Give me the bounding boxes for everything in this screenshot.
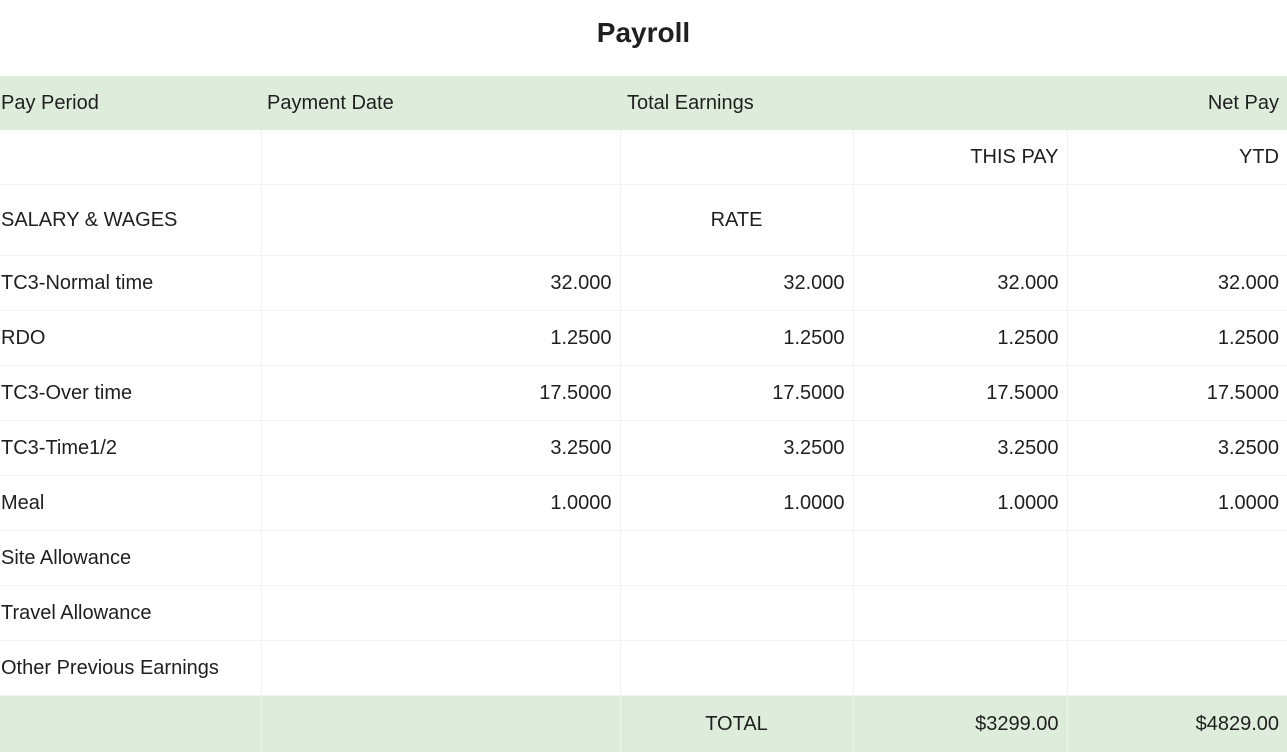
table-cell — [620, 130, 853, 185]
table-cell — [0, 130, 261, 185]
row-label: Site Allowance — [0, 531, 261, 586]
page-title: Payroll — [0, 0, 1287, 70]
row-label: TC3-Over time — [0, 366, 261, 421]
row-value — [620, 531, 853, 586]
row-value: 1.0000 — [620, 476, 853, 531]
row-value: 3.2500 — [261, 421, 620, 476]
row-value: 32.000 — [1067, 256, 1287, 311]
table-cell — [853, 185, 1067, 256]
row-value: 1.0000 — [261, 476, 620, 531]
table-row: TC3-Over time 17.5000 17.5000 17.5000 17… — [0, 366, 1287, 421]
row-value — [1067, 641, 1287, 696]
row-value: 3.2500 — [620, 421, 853, 476]
row-value: 3.2500 — [853, 421, 1067, 476]
row-value — [261, 641, 620, 696]
total-row: TOTAL $3299.00 $4829.00 — [0, 696, 1287, 752]
row-value — [1067, 531, 1287, 586]
row-value: 17.5000 — [853, 366, 1067, 421]
table-cell — [0, 696, 261, 752]
row-label: TC3-Normal time — [0, 256, 261, 311]
section-label: SALARY & WAGES — [0, 185, 261, 256]
row-value: 1.2500 — [261, 311, 620, 366]
table-header-row: Pay Period Payment Date Total Earnings N… — [0, 76, 1287, 130]
total-this-pay: $3299.00 — [853, 696, 1067, 752]
row-value — [620, 641, 853, 696]
table-subheader-row: THIS PAY YTD — [0, 130, 1287, 185]
table-cell — [1067, 185, 1287, 256]
header-pay-period: Pay Period — [0, 76, 261, 130]
row-label: Travel Allowance — [0, 586, 261, 641]
table-cell — [261, 696, 620, 752]
payroll-table: Pay Period Payment Date Total Earnings N… — [0, 76, 1287, 752]
total-label: TOTAL — [620, 696, 853, 752]
row-value: 1.2500 — [1067, 311, 1287, 366]
row-label: RDO — [0, 311, 261, 366]
table-row: TC3-Time1/2 3.2500 3.2500 3.2500 3.2500 — [0, 421, 1287, 476]
row-label: Other Previous Earnings — [0, 641, 261, 696]
row-value: 17.5000 — [1067, 366, 1287, 421]
header-total-earnings: Total Earnings — [620, 76, 1067, 130]
section-row: SALARY & WAGES RATE — [0, 185, 1287, 256]
table-row: Meal 1.0000 1.0000 1.0000 1.0000 — [0, 476, 1287, 531]
row-value — [620, 586, 853, 641]
row-value — [853, 641, 1067, 696]
header-payment-date: Payment Date — [261, 76, 620, 130]
table-cell — [261, 185, 620, 256]
row-value — [261, 531, 620, 586]
row-label: TC3-Time1/2 — [0, 421, 261, 476]
subheader-ytd: YTD — [1067, 130, 1287, 185]
table-row: TC3-Normal time 32.000 32.000 32.000 32.… — [0, 256, 1287, 311]
row-label: Meal — [0, 476, 261, 531]
table-cell — [261, 130, 620, 185]
table-row: Travel Allowance — [0, 586, 1287, 641]
row-value: 17.5000 — [261, 366, 620, 421]
row-value: 32.000 — [261, 256, 620, 311]
table-row: RDO 1.2500 1.2500 1.2500 1.2500 — [0, 311, 1287, 366]
row-value: 1.2500 — [853, 311, 1067, 366]
header-net-pay: Net Pay — [1067, 76, 1287, 130]
subheader-this-pay: THIS PAY — [853, 130, 1067, 185]
row-value: 32.000 — [620, 256, 853, 311]
row-value: 17.5000 — [620, 366, 853, 421]
row-value: 3.2500 — [1067, 421, 1287, 476]
total-ytd: $4829.00 — [1067, 696, 1287, 752]
row-value — [853, 586, 1067, 641]
row-value: 32.000 — [853, 256, 1067, 311]
section-rate: RATE — [620, 185, 853, 256]
row-value — [261, 586, 620, 641]
row-value: 1.2500 — [620, 311, 853, 366]
row-value: 1.0000 — [853, 476, 1067, 531]
table-row: Other Previous Earnings — [0, 641, 1287, 696]
row-value — [853, 531, 1067, 586]
table-row: Site Allowance — [0, 531, 1287, 586]
row-value — [1067, 586, 1287, 641]
row-value: 1.0000 — [1067, 476, 1287, 531]
